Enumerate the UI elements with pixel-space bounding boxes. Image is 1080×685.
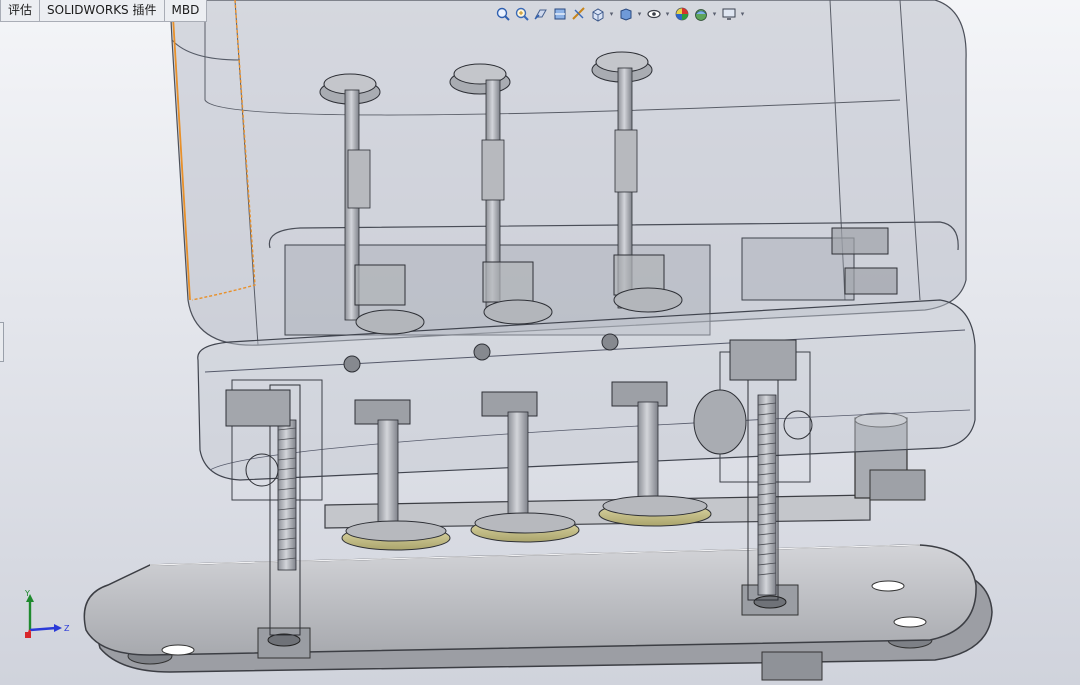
view-settings-dropdown-icon[interactable]: ▾	[739, 10, 746, 18]
view-settings-icon[interactable]	[720, 6, 737, 23]
tab-evaluate[interactable]: 评估	[0, 0, 41, 22]
view-orientation-icon[interactable]	[589, 6, 606, 23]
hide-show-items-icon[interactable]	[645, 6, 662, 23]
zoom-to-fit-icon[interactable]	[494, 6, 511, 23]
base-plate-upper[interactable]	[83, 544, 977, 659]
solidworks-window: 评估 SOLIDWORKS 插件 MBD ▾ ▾ ▾ ▾ ▾ Y Z	[0, 0, 1080, 685]
hide-show-dropdown-icon[interactable]: ▾	[664, 10, 671, 18]
zoom-to-area-icon[interactable]	[513, 6, 530, 23]
command-manager-tabs: 评估 SOLIDWORKS 插件 MBD	[0, 0, 208, 22]
tab-solidworks-addins[interactable]: SOLIDWORKS 插件	[40, 0, 165, 22]
reference-triad: Y Z	[24, 589, 70, 638]
triad-y-label: Y	[24, 589, 30, 598]
graphics-viewport[interactable]	[0, 0, 1080, 685]
panel-collapse-handle[interactable]	[0, 322, 4, 362]
apply-scene-dropdown-icon[interactable]: ▾	[711, 10, 718, 18]
triad-z-label: Z	[64, 624, 70, 633]
tab-mbd[interactable]: MBD	[164, 0, 208, 22]
display-style-icon[interactable]	[617, 6, 634, 23]
dynamic-annotation-icon[interactable]	[570, 6, 587, 23]
previous-view-icon[interactable]	[532, 6, 549, 23]
heads-up-view-toolbar: ▾ ▾ ▾ ▾ ▾	[494, 4, 746, 24]
view-orientation-dropdown-icon[interactable]: ▾	[608, 10, 615, 18]
edit-appearance-icon[interactable]	[673, 6, 690, 23]
section-view-icon[interactable]	[551, 6, 568, 23]
apply-scene-icon[interactable]	[692, 6, 709, 23]
display-style-dropdown-icon[interactable]: ▾	[636, 10, 643, 18]
